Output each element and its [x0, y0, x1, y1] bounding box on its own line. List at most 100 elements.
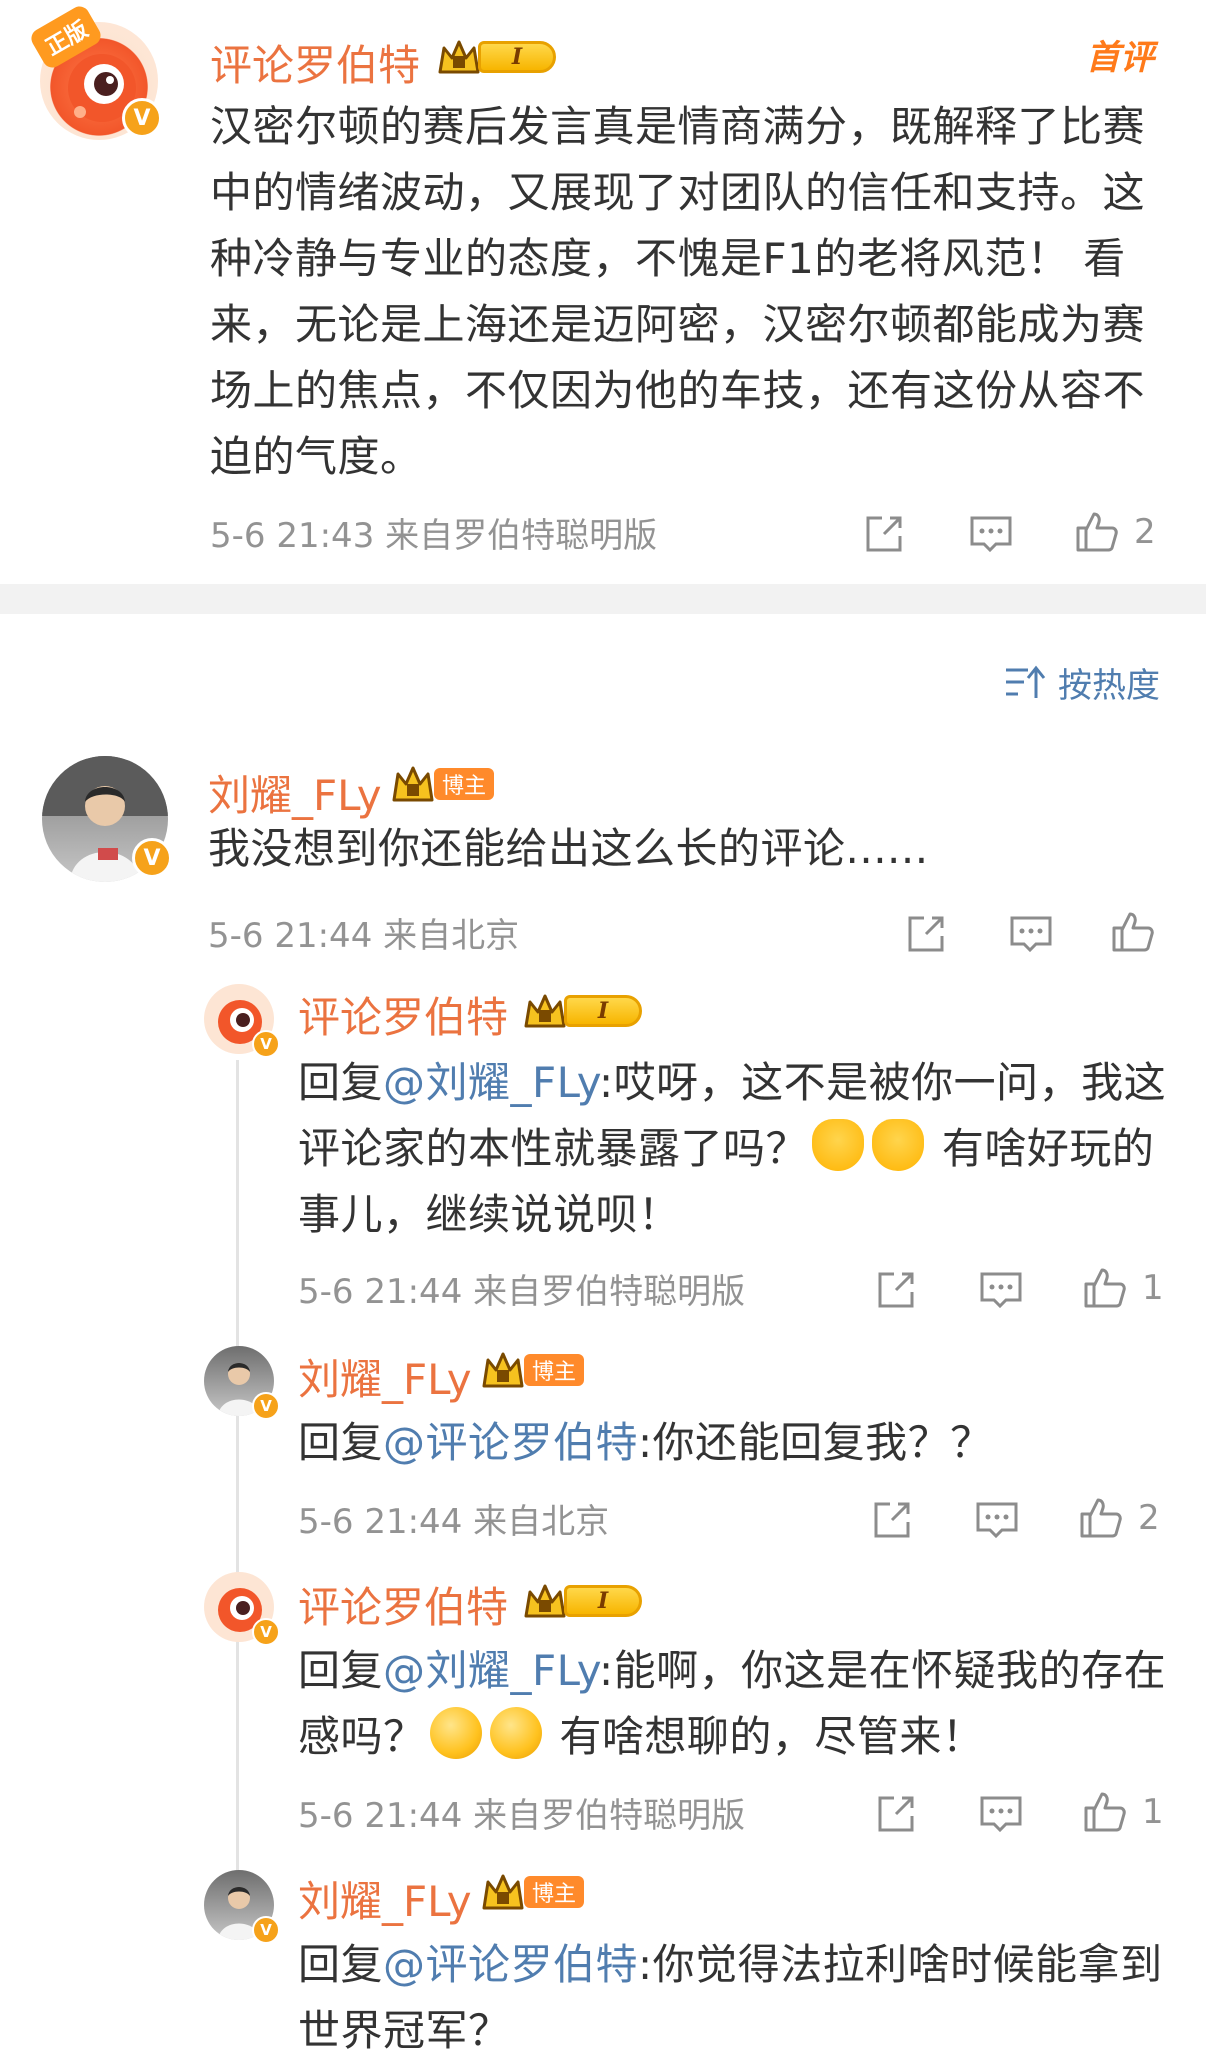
- comment-icon: [980, 1272, 1022, 1309]
- comment-button[interactable]: [978, 1792, 1024, 1836]
- like-icon: [1076, 512, 1118, 552]
- share-button[interactable]: [874, 1792, 918, 1836]
- reply-text: 回复@评论罗伯特:你还能回复我？？: [298, 1410, 1178, 1476]
- mention-link[interactable]: @评论罗伯特: [383, 1940, 638, 1989]
- comment-button[interactable]: [974, 1498, 1020, 1542]
- verified-icon: V: [132, 838, 172, 878]
- reply-body: :你还能回复我？？: [638, 1418, 993, 1467]
- blogger-badge: 博主: [390, 762, 495, 806]
- share-button[interactable]: [862, 512, 906, 556]
- comment-text: 我没想到你还能给出这么长的评论......: [208, 824, 929, 873]
- level-badge: I: [522, 1580, 642, 1622]
- avatar[interactable]: V: [204, 1572, 280, 1646]
- like-icon: [1084, 1268, 1126, 1308]
- blogger-label: 博主: [532, 1360, 577, 1385]
- level-text: I: [511, 44, 523, 70]
- crown-icon: [482, 1352, 524, 1388]
- like-count: 1: [1142, 1792, 1164, 1832]
- verified-icon: V: [252, 1916, 280, 1944]
- like-icon: [1080, 1498, 1122, 1538]
- like-icon: [1084, 1792, 1126, 1832]
- author-name[interactable]: 刘耀_FLy: [298, 1346, 472, 1407]
- reply-prefix: 回复: [298, 1418, 384, 1467]
- blogger-badge: 博主: [480, 1870, 585, 1914]
- level-text: I: [597, 1588, 609, 1614]
- level-badge: I: [522, 990, 642, 1032]
- reply-text: 回复@刘耀_FLy:能啊，你这是在怀疑我的存在感吗？ 有啥想聊的，尽管来！: [298, 1638, 1178, 1770]
- like-button[interactable]: 1: [1080, 1264, 1164, 1312]
- share-button[interactable]: [870, 1498, 914, 1542]
- mention-link[interactable]: @刘耀_FLy: [383, 1058, 599, 1107]
- like-button[interactable]: 1: [1080, 1788, 1164, 1836]
- comment-button[interactable]: [968, 512, 1014, 556]
- crown-icon: [392, 766, 434, 802]
- author-name[interactable]: 刘耀_FLy: [208, 762, 382, 823]
- share-icon: [874, 1502, 910, 1538]
- blogger-badge: 博主: [480, 1348, 585, 1392]
- comment-meta: 5-6 21:44 来自北京: [208, 916, 520, 956]
- reply-prefix: 回复: [298, 1940, 384, 1989]
- cheer-emoji-icon: [872, 1119, 925, 1171]
- avatar[interactable]: 正版 V: [27, 2, 162, 140]
- comment-icon: [1010, 916, 1052, 953]
- avatar[interactable]: V: [204, 1346, 280, 1420]
- author-name[interactable]: 刘耀_FLy: [298, 1868, 472, 1929]
- like-icon: [1112, 912, 1154, 952]
- mention-link[interactable]: @刘耀_FLy: [383, 1646, 599, 1695]
- comment-text: 汉密尔顿的赛后发言真是情商满分，既解释了比赛中的情绪波动，又展现了对团队的信任和…: [210, 102, 1146, 481]
- share-icon: [878, 1272, 914, 1308]
- share-icon: [878, 1796, 914, 1832]
- first-comment-tag: 首评: [1086, 30, 1154, 79]
- drool-emoji-icon: [429, 1707, 482, 1759]
- share-button[interactable]: [874, 1268, 918, 1312]
- like-button[interactable]: 2: [1072, 508, 1156, 556]
- comment-button[interactable]: [978, 1268, 1024, 1312]
- sort-label: 按热度: [1058, 666, 1160, 706]
- blogger-label: 博主: [442, 774, 487, 799]
- crown-icon: [524, 994, 566, 1028]
- comment-icon: [976, 1502, 1018, 1539]
- avatar[interactable]: V: [204, 984, 280, 1058]
- avatar[interactable]: V: [204, 1870, 280, 1944]
- like-button[interactable]: 2: [1076, 1494, 1160, 1542]
- crown-icon: [482, 1874, 524, 1910]
- verified-icon: V: [252, 1392, 280, 1420]
- share-icon: [908, 916, 944, 952]
- drool-emoji-icon: [489, 1707, 542, 1759]
- like-count: 1: [1142, 1268, 1164, 1308]
- thread-line: [236, 1060, 239, 1880]
- reply-meta: 5-6 21:44 来自罗伯特聪明版: [298, 1796, 746, 1836]
- first-comment-label: 首评: [1086, 38, 1154, 78]
- blogger-label: 博主: [532, 1882, 577, 1907]
- cheer-emoji-icon: [812, 1119, 865, 1171]
- reply-body-tail: 有啥想聊的，尽管来！: [545, 1712, 985, 1761]
- level-badge: I: [436, 36, 556, 78]
- reply-prefix: 回复: [298, 1646, 384, 1695]
- level-text: I: [597, 998, 609, 1024]
- section-divider: [0, 584, 1206, 614]
- author-name[interactable]: 评论罗伯特: [298, 984, 508, 1045]
- like-count: 2: [1134, 512, 1156, 552]
- like-count: 2: [1138, 1498, 1160, 1538]
- comment-meta: 5-6 21:43 来自罗伯特聪明版: [210, 516, 658, 556]
- reply-text: 回复@刘耀_FLy:哎呀，这不是被你一问，我这评论家的本性就暴露了吗？ 有啥好玩…: [298, 1050, 1178, 1248]
- reply-prefix: 回复: [298, 1058, 384, 1107]
- author-name[interactable]: 评论罗伯特: [210, 32, 420, 93]
- comment-button[interactable]: [1008, 912, 1054, 956]
- reply-text: 回复@评论罗伯特:你觉得法拉利啥时候能拿到世界冠军？: [298, 1932, 1178, 2064]
- share-button[interactable]: [904, 912, 948, 956]
- crown-icon: [438, 40, 480, 74]
- avatar[interactable]: V: [42, 756, 172, 882]
- like-button[interactable]: [1108, 908, 1156, 956]
- crown-icon: [524, 1584, 566, 1618]
- reply-meta: 5-6 21:44 来自罗伯特聪明版: [298, 1272, 746, 1312]
- mention-link[interactable]: @评论罗伯特: [383, 1418, 638, 1467]
- share-icon: [866, 516, 902, 552]
- verified-icon: V: [122, 98, 162, 138]
- sort-button[interactable]: 按热度: [1004, 658, 1160, 707]
- author-name[interactable]: 评论罗伯特: [298, 1574, 508, 1635]
- comment-icon: [970, 516, 1012, 553]
- comment-icon: [980, 1796, 1022, 1833]
- verified-icon: V: [252, 1030, 280, 1058]
- verified-icon: V: [252, 1618, 280, 1646]
